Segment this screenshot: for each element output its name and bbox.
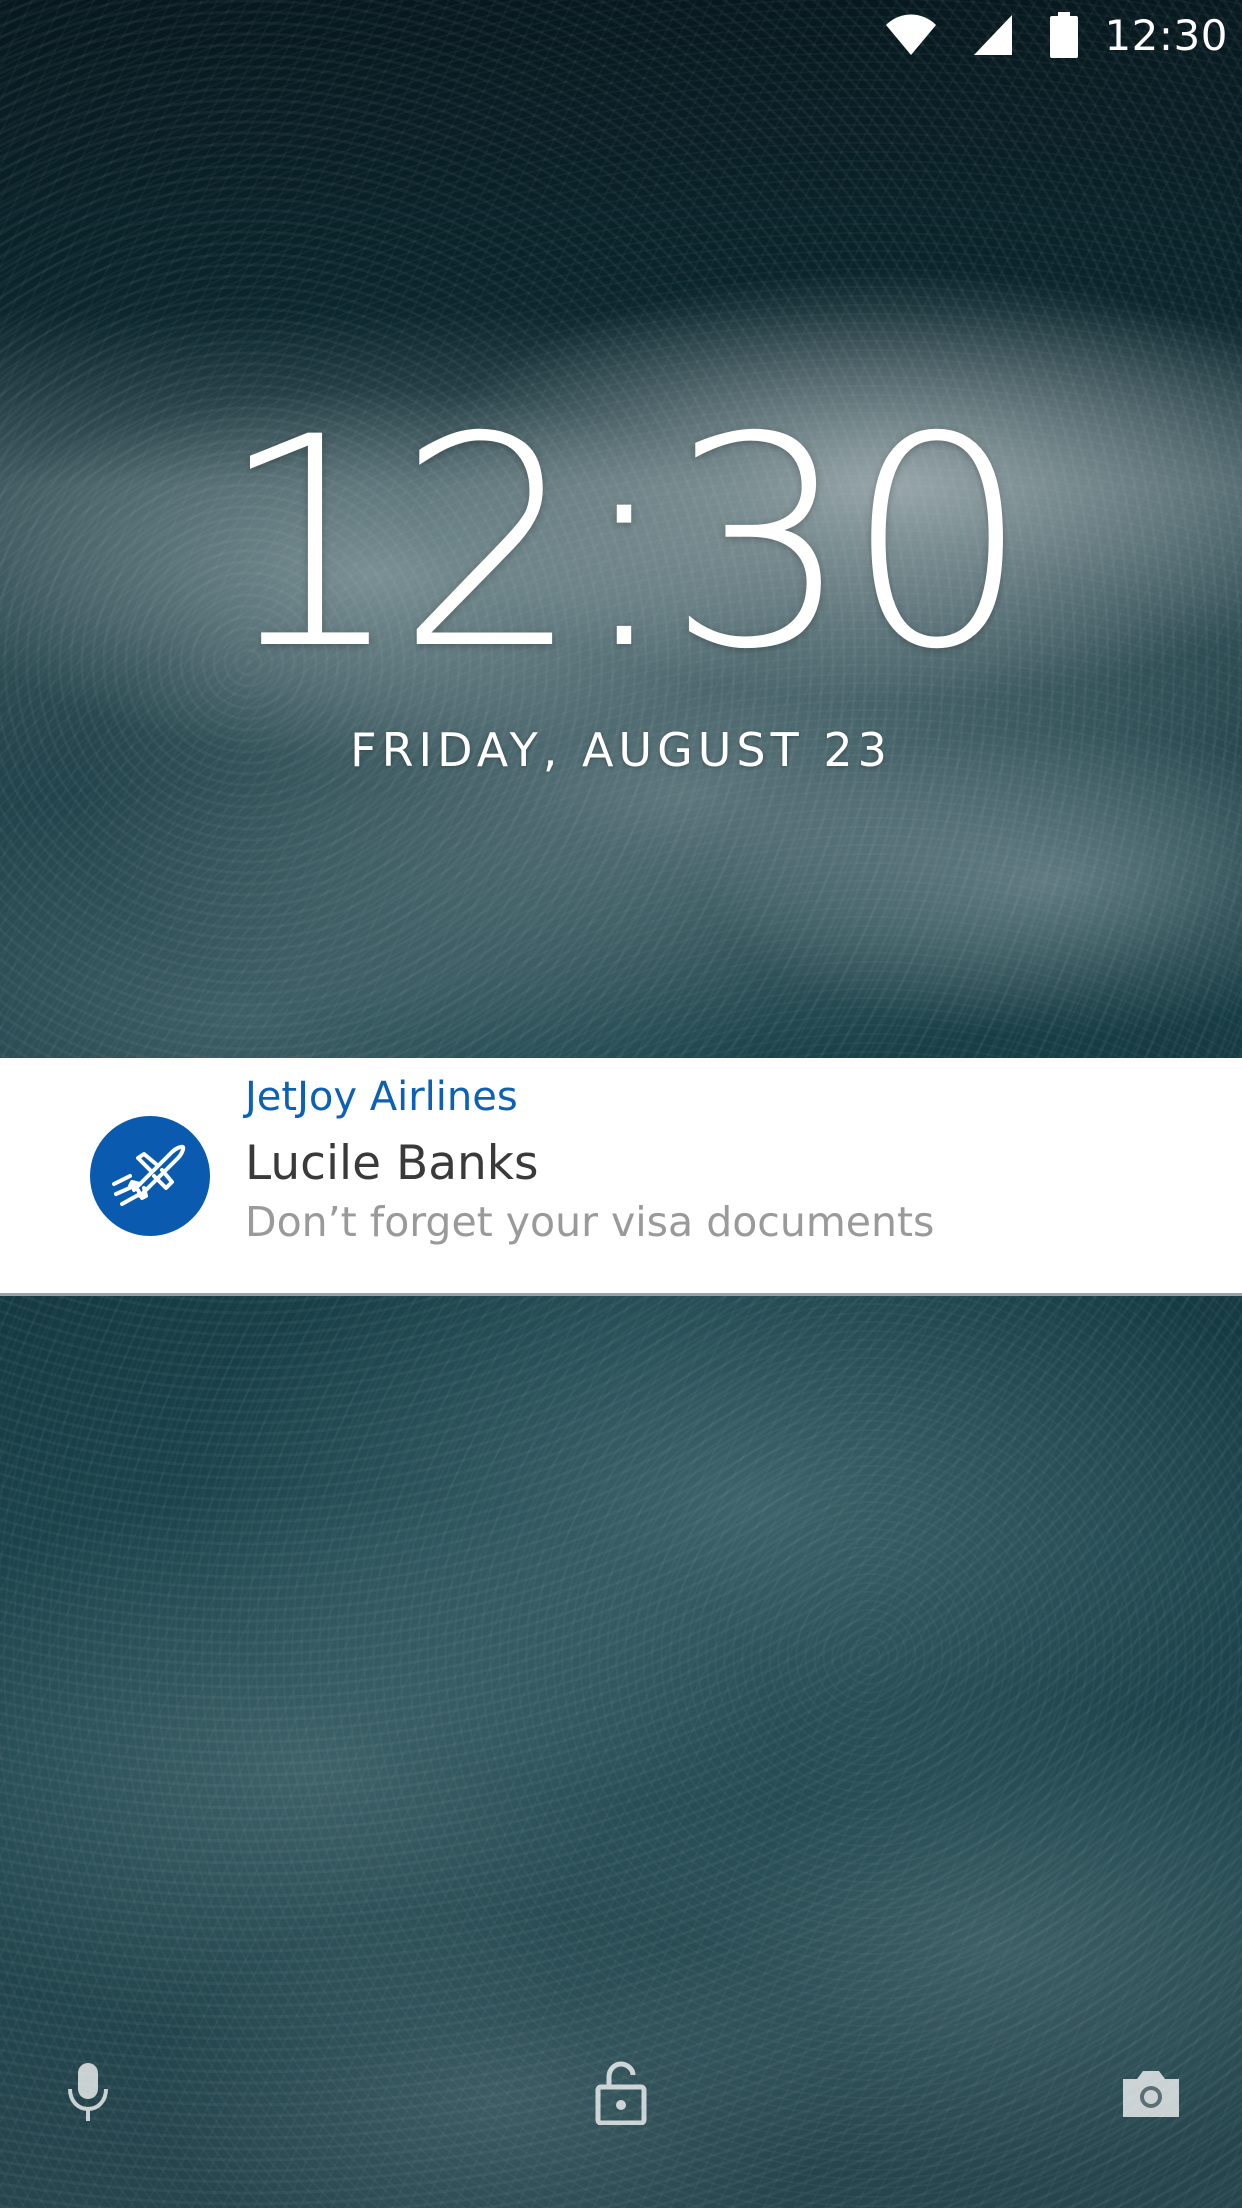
airplane-icon [100,1124,200,1228]
status-bar: 12:30 [884,0,1242,70]
battery-icon [1050,12,1079,58]
wifi-icon [884,13,938,57]
unlock-button[interactable] [581,2055,661,2135]
lock-screen-clock: 12:30 [218,376,1030,713]
cell-signal-icon [972,13,1014,57]
microphone-icon [64,2061,112,2129]
unlock-icon [595,2061,647,2129]
notification-body: Don’t forget your visa documents [245,1198,935,1246]
notification-card[interactable]: JetJoy Airlines Lucile Banks Don’t forge… [0,1058,1242,1296]
camera-button[interactable] [1111,2055,1191,2135]
notification-app-name: JetJoy Airlines [245,1074,518,1120]
lock-screen-date: FRIDAY, AUGUST 23 [350,723,892,777]
voice-assist-button[interactable] [48,2055,128,2135]
status-bar-time: 12:30 [1104,10,1228,60]
camera-icon [1119,2065,1183,2125]
app-avatar [90,1116,210,1236]
notification-title: Lucile Banks [245,1136,539,1191]
